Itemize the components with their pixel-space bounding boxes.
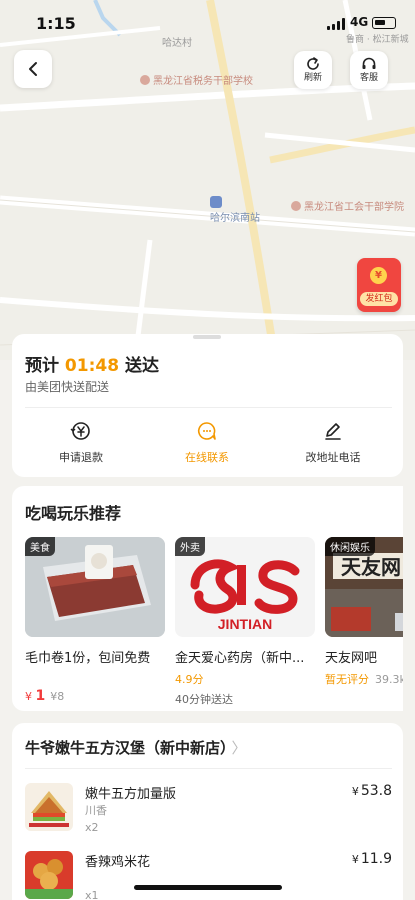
original-price: ¥8 <box>50 690 65 703</box>
rating-text: 暂无评分 <box>325 673 369 686</box>
poi-label: 黑龙江省税务干部学校 <box>153 76 253 87</box>
home-indicator[interactable] <box>134 885 282 890</box>
svg-text:天友网: 天友网 <box>341 555 401 579</box>
item-quantity: x1 <box>85 889 99 900</box>
map-label-union-school[interactable]: 黑龙江省工会干部学院 <box>291 198 404 213</box>
item-thumbnail <box>25 851 73 899</box>
rating: 暂无评分 39.3k <box>325 671 403 687</box>
status-bar: 1:15 4G <box>0 0 415 46</box>
refund-button[interactable]: 申请退款 <box>26 420 136 465</box>
recommendation-title: 吃喝玩乐推荐 <box>25 504 122 523</box>
eta-line: 预计 01:48 送达 <box>25 351 159 376</box>
distance: 39.3k <box>375 673 403 686</box>
store-name: 牛爷嫩牛五方汉堡（新中新店） <box>25 739 228 757</box>
product-image: 天友网 休闲娱乐 <box>325 537 403 637</box>
rating: 4.9分 <box>175 673 204 686</box>
order-item[interactable]: 香辣鸡米花 x1 ¥11.9 <box>25 851 392 900</box>
eta-time: 01:48 <box>64 356 120 376</box>
poi-label: 黑龙江省工会干部学院 <box>304 202 404 213</box>
popcorn-chicken-image <box>25 851 73 899</box>
poi-icon <box>291 201 301 211</box>
item-name: 毛巾卷1份，包间免费 <box>25 651 151 666</box>
category-tag: 美食 <box>25 537 55 556</box>
eta-suffix: 送达 <box>124 356 159 376</box>
item-thumbnail <box>25 783 73 831</box>
delivery-time: 40分钟送达 <box>175 693 233 706</box>
chat-icon <box>198 422 216 440</box>
item-name: 金天爱心药房（新中... <box>175 651 305 666</box>
current-price: ¥ 1 <box>25 688 46 704</box>
item-quantity: x2 <box>85 821 99 834</box>
store-link[interactable]: 牛爷嫩牛五方汉堡（新中新店）〉 <box>25 737 247 758</box>
headset-icon <box>362 57 376 69</box>
coin-icon: ¥ <box>370 267 387 284</box>
product-image: JINTIAN 外卖 <box>175 537 315 637</box>
station-label: 哈尔滨南站 <box>210 213 260 224</box>
item-price: ¥11.9 <box>351 851 392 867</box>
category-tag: 休闲娱乐 <box>325 537 375 556</box>
item-name: 天友网吧 <box>325 651 378 666</box>
order-item[interactable]: 嫩牛五方加量版 川香 x2 ¥53.8 <box>25 783 392 839</box>
item-name: 香辣鸡米花 <box>85 855 151 870</box>
recommendation-item[interactable]: 美食 毛巾卷1份，包间免费 ¥ 1 ¥8 <box>25 537 165 704</box>
customer-service-label: 客服 <box>359 73 378 83</box>
map-label-station[interactable]: 哈尔滨南站 <box>210 196 260 224</box>
chevron-right-icon: 〉 <box>231 739 247 757</box>
network-type: 4G <box>350 15 369 29</box>
refresh-button[interactable]: 刷新 <box>294 51 332 89</box>
refund-label: 申请退款 <box>59 451 103 464</box>
online-contact-button[interactable]: 在线联系 <box>152 420 262 465</box>
eta-prefix: 预计 <box>25 356 59 376</box>
station-icon <box>210 196 222 208</box>
chevron-left-icon <box>29 62 37 76</box>
order-card: 牛爷嫩牛五方汉堡（新中新店）〉 嫩牛五方加量版 川香 x2 ¥53.8 香辣鸡米… <box>12 723 403 900</box>
divider <box>25 768 392 769</box>
price-line: ¥ 1 ¥8 <box>25 688 165 704</box>
back-button[interactable] <box>14 50 52 88</box>
refresh-icon <box>307 57 319 70</box>
delivery-status-card: 预计 01:48 送达 由美团快送配送 申请退款 在线联系 改地址电话 <box>12 334 403 477</box>
item-spec: 川香 <box>85 804 107 817</box>
item-price: ¥53.8 <box>351 783 392 799</box>
sheet-drag-handle[interactable] <box>193 335 221 339</box>
edit-icon <box>325 423 341 440</box>
signal-icon <box>327 18 345 30</box>
item-name: 嫩牛五方加量版 <box>85 787 177 802</box>
red-packet-label: 发红包 <box>360 292 398 306</box>
battery-icon <box>372 17 396 29</box>
svg-text:JINTIAN: JINTIAN <box>218 616 272 632</box>
change-address-label: 改地址电话 <box>305 451 361 464</box>
refund-icon <box>70 422 90 440</box>
recommendation-card: 吃喝玩乐推荐 美食 毛巾卷1份，包间免费 ¥ 1 ¥8 JINTIAN 外卖 金… <box>12 486 403 711</box>
burger-image <box>25 783 73 831</box>
recommendation-item[interactable]: 天友网 休闲娱乐 天友网吧 暂无评分 39.3k <box>325 537 403 687</box>
change-address-button[interactable]: 改地址电话 <box>278 420 388 465</box>
refresh-label: 刷新 <box>303 73 322 83</box>
red-packet-button[interactable]: ¥ 发红包 <box>357 258 401 312</box>
customer-service-button[interactable]: 客服 <box>350 51 388 89</box>
divider <box>25 407 392 408</box>
poi-icon <box>140 75 150 85</box>
map-label-school[interactable]: 黑龙江省税务干部学校 <box>140 72 253 87</box>
category-tag: 外卖 <box>175 537 205 556</box>
status-time: 1:15 <box>36 14 76 33</box>
online-contact-label: 在线联系 <box>185 451 229 464</box>
recommendation-item[interactable]: JINTIAN 外卖 金天爱心药房（新中... 4.9分 40分钟送达 <box>175 537 315 707</box>
rider-info: 由美团快送配送 <box>25 380 110 394</box>
product-image: 美食 <box>25 537 165 637</box>
